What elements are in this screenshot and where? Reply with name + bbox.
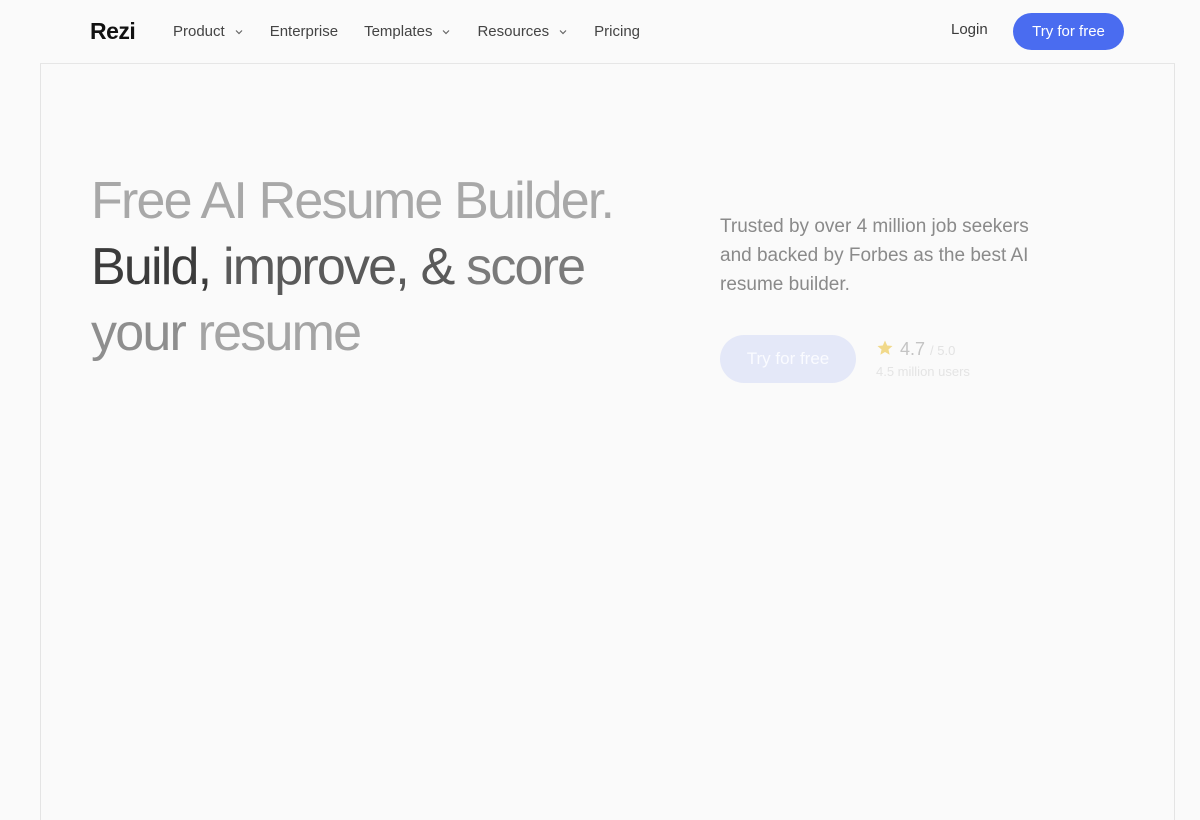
- headline-word: improve, &: [222, 238, 455, 296]
- star-icon: [876, 339, 894, 357]
- rating-users: 4.5 million users: [876, 364, 970, 379]
- nav-enterprise[interactable]: Enterprise: [270, 23, 338, 40]
- nav-templates[interactable]: Templates: [364, 23, 451, 40]
- headline-word: score: [466, 238, 586, 296]
- login-link[interactable]: Login: [951, 21, 988, 38]
- try-for-free-button[interactable]: Try for free: [1013, 13, 1124, 50]
- rating-out-of: / 5.0: [930, 343, 956, 358]
- headline-text: Free AI Resume Builder.: [91, 172, 615, 230]
- headline-word: your: [91, 304, 187, 362]
- headline-word: Build,: [91, 238, 212, 296]
- rating-row: 4.7 / 5.0: [876, 337, 970, 360]
- headline-line-1: Free AI Resume Builder.: [91, 168, 691, 234]
- hero-try-for-free-button[interactable]: Try for free: [720, 335, 856, 383]
- nav-templates-label: Templates: [364, 23, 433, 40]
- chevron-down-icon: [234, 27, 244, 37]
- top-navbar: Rezi Product Enterprise Templates Resour…: [40, 0, 1175, 64]
- rezi-logo[interactable]: Rezi: [90, 18, 136, 45]
- nav-enterprise-label: Enterprise: [269, 23, 339, 40]
- nav-resources[interactable]: Resources: [477, 23, 568, 40]
- rating-block: 4.7 / 5.0 4.5 million users: [876, 337, 970, 379]
- nav-pricing-label: Pricing: [594, 23, 641, 40]
- headline-line-2: Build, improve, & score: [91, 234, 691, 300]
- nav-pricing[interactable]: Pricing: [594, 23, 640, 40]
- hero-headline: Free AI Resume Builder. Build, improve, …: [91, 168, 691, 366]
- rating-score: 4.7: [900, 339, 926, 359]
- page-frame: [40, 0, 1175, 820]
- nav-product-label: Product: [173, 23, 225, 40]
- nav-resources-label: Resources: [477, 23, 550, 40]
- headline-word: resume: [197, 304, 362, 362]
- hero-subtitle: Trusted by over 4 million job seekers an…: [720, 216, 1029, 295]
- chevron-down-icon: [558, 27, 568, 37]
- chevron-down-icon: [441, 27, 451, 37]
- nav-product[interactable]: Product: [173, 23, 244, 40]
- headline-line-3: your resume: [91, 300, 691, 366]
- main-nav: Product Enterprise Templates Resources P…: [173, 0, 666, 63]
